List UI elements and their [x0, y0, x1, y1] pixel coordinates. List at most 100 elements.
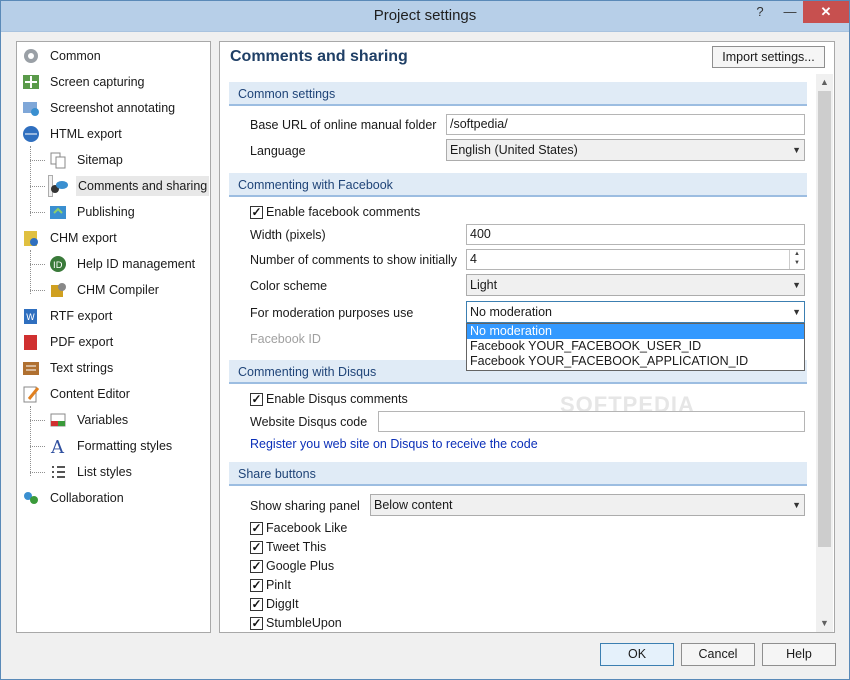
- share-option-label: Tweet This: [266, 540, 327, 554]
- help-id-icon: ID: [48, 255, 68, 273]
- enable-disqus-label: Enable Disqus comments: [266, 392, 408, 406]
- ok-button[interactable]: OK: [600, 643, 674, 666]
- share-buttons-header: Share buttons: [229, 462, 807, 486]
- disqus-register-link[interactable]: Register you web site on Disqus to recei…: [250, 437, 538, 451]
- sharing-panel-select[interactable]: Below content ▼: [370, 494, 805, 516]
- checkbox-check-icon: ✓: [250, 559, 263, 573]
- tree-connector: [30, 406, 31, 476]
- color-scheme-label: Color scheme: [250, 279, 328, 293]
- chevron-down-icon: ▼: [792, 145, 801, 155]
- tree-item-label: RTF export: [50, 309, 113, 323]
- tree-connector: [30, 446, 45, 447]
- comments-count-label: Number of comments to show initially: [250, 253, 458, 267]
- tree-item-label: Help ID management: [77, 257, 196, 271]
- checkbox-check-icon: ✓: [250, 205, 263, 219]
- sitemap-icon: [48, 151, 68, 169]
- close-button[interactable]: ✕: [803, 1, 849, 23]
- tree-item-label: CHM Compiler: [77, 283, 159, 297]
- project-settings-window: Project settings ? — ✕ Common Screen cap…: [0, 0, 850, 680]
- checkbox-check-icon: ✓: [250, 540, 263, 554]
- comments-count-value: 4: [470, 252, 477, 266]
- tree-item-label: CHM export: [50, 231, 117, 245]
- moderation-option[interactable]: Facebook YOUR_FACEBOOK_USER_ID: [467, 339, 804, 354]
- width-input[interactable]: 400: [466, 224, 805, 245]
- chevron-down-icon: ▼: [792, 280, 801, 290]
- panel-scrollbar[interactable]: ▲ ▼: [816, 74, 833, 632]
- stumbleupon-checkbox[interactable]: ✓ StumbleUpon: [250, 615, 342, 631]
- checkbox-check-icon: ✓: [250, 597, 263, 611]
- comments-icon: [49, 178, 69, 196]
- moderation-value: No moderation: [470, 305, 552, 319]
- tree-item-label: Collaboration: [50, 491, 124, 505]
- tree-item-label: Screenshot annotating: [50, 101, 176, 115]
- import-settings-button[interactable]: Import settings...: [712, 46, 825, 68]
- tree-connector: [30, 420, 45, 421]
- gear-icon: [21, 47, 41, 65]
- sharing-panel-value: Below content: [374, 498, 453, 512]
- moderation-select[interactable]: No moderation ▼: [466, 301, 805, 323]
- tree-item-label: Sitemap: [77, 153, 123, 167]
- share-option-label: StumbleUpon: [266, 616, 342, 630]
- text-strings-icon: [21, 359, 41, 377]
- help-window-button[interactable]: ?: [747, 1, 773, 23]
- chevron-down-icon: ▼: [792, 500, 801, 510]
- title-bar[interactable]: Project settings ? — ✕: [1, 1, 849, 32]
- tree-item-label: Common: [50, 49, 101, 63]
- cancel-button[interactable]: Cancel: [681, 643, 755, 666]
- common-settings-header: Common settings: [229, 82, 807, 106]
- share-option-label: DiggIt: [266, 597, 299, 611]
- annotate-icon: [21, 99, 41, 117]
- svg-text:ID: ID: [53, 261, 63, 271]
- variables-icon: [48, 411, 68, 429]
- tree-item-label: PDF export: [50, 335, 114, 349]
- tree-item-label: Comments and sharing: [76, 176, 210, 196]
- spinner-arrows-icon[interactable]: ▲ ▼: [789, 250, 804, 269]
- tree-item-label: Content Editor: [50, 387, 130, 401]
- enable-facebook-label: Enable facebook comments: [266, 205, 421, 219]
- enable-facebook-checkbox[interactable]: ✓ Enable facebook comments: [250, 204, 420, 220]
- facebook-like-checkbox[interactable]: ✓ Facebook Like: [250, 520, 347, 536]
- tree-connector: [30, 250, 31, 294]
- pdf-export-icon: [21, 333, 41, 351]
- pinit-checkbox[interactable]: ✓ PinIt: [250, 577, 291, 593]
- width-label: Width (pixels): [250, 228, 326, 242]
- tree-item-label: List styles: [77, 465, 132, 479]
- tree-connector: [30, 146, 31, 216]
- tree-connector: [30, 472, 45, 473]
- checkbox-check-icon: ✓: [250, 392, 263, 406]
- base-url-input[interactable]: /softpedia/: [446, 114, 805, 135]
- checkbox-check-icon: ✓: [250, 616, 263, 630]
- screen-capture-icon: [21, 73, 41, 91]
- tree-item-comments-and-sharing[interactable]: Comments and sharing: [48, 175, 210, 197]
- minimize-button[interactable]: —: [777, 1, 803, 23]
- tweet-this-checkbox[interactable]: ✓ Tweet This: [250, 539, 326, 555]
- tree-item-label: Screen capturing: [50, 75, 145, 89]
- spin-up-icon[interactable]: ▲: [790, 250, 804, 259]
- moderation-option[interactable]: Facebook YOUR_FACEBOOK_APPLICATION_ID: [467, 354, 804, 369]
- scroll-thumb[interactable]: [818, 91, 831, 547]
- color-scheme-select[interactable]: Light ▼: [466, 274, 805, 296]
- spin-down-icon[interactable]: ▼: [790, 259, 804, 268]
- scroll-up-icon[interactable]: ▲: [816, 74, 833, 91]
- share-option-label: Facebook Like: [266, 521, 348, 535]
- base-url-label: Base URL of online manual folder: [250, 118, 437, 132]
- disqus-code-input[interactable]: [378, 411, 805, 432]
- publishing-icon: [48, 203, 68, 221]
- color-scheme-value: Light: [470, 278, 498, 292]
- help-button[interactable]: Help: [762, 643, 836, 666]
- enable-disqus-checkbox[interactable]: ✓ Enable Disqus comments: [250, 391, 408, 407]
- share-option-label: PinIt: [266, 578, 292, 592]
- sharing-panel-label: Show sharing panel: [250, 499, 360, 513]
- content-editor-icon: [21, 385, 41, 403]
- language-select[interactable]: English (United States) ▼: [446, 139, 805, 161]
- scroll-down-icon[interactable]: ▼: [816, 615, 833, 632]
- diggit-checkbox[interactable]: ✓ DiggIt: [250, 596, 299, 612]
- moderation-option[interactable]: No moderation: [467, 324, 804, 339]
- tree-item-label: HTML export: [50, 127, 122, 141]
- svg-text:A: A: [50, 437, 65, 455]
- google-plus-checkbox[interactable]: ✓ Google Plus: [250, 558, 334, 574]
- tree-connector: [30, 160, 45, 161]
- tree-connector: [30, 212, 45, 213]
- tree-item-label: Formatting styles: [77, 439, 173, 453]
- comments-count-spinner[interactable]: 4 ▲ ▼: [466, 249, 805, 270]
